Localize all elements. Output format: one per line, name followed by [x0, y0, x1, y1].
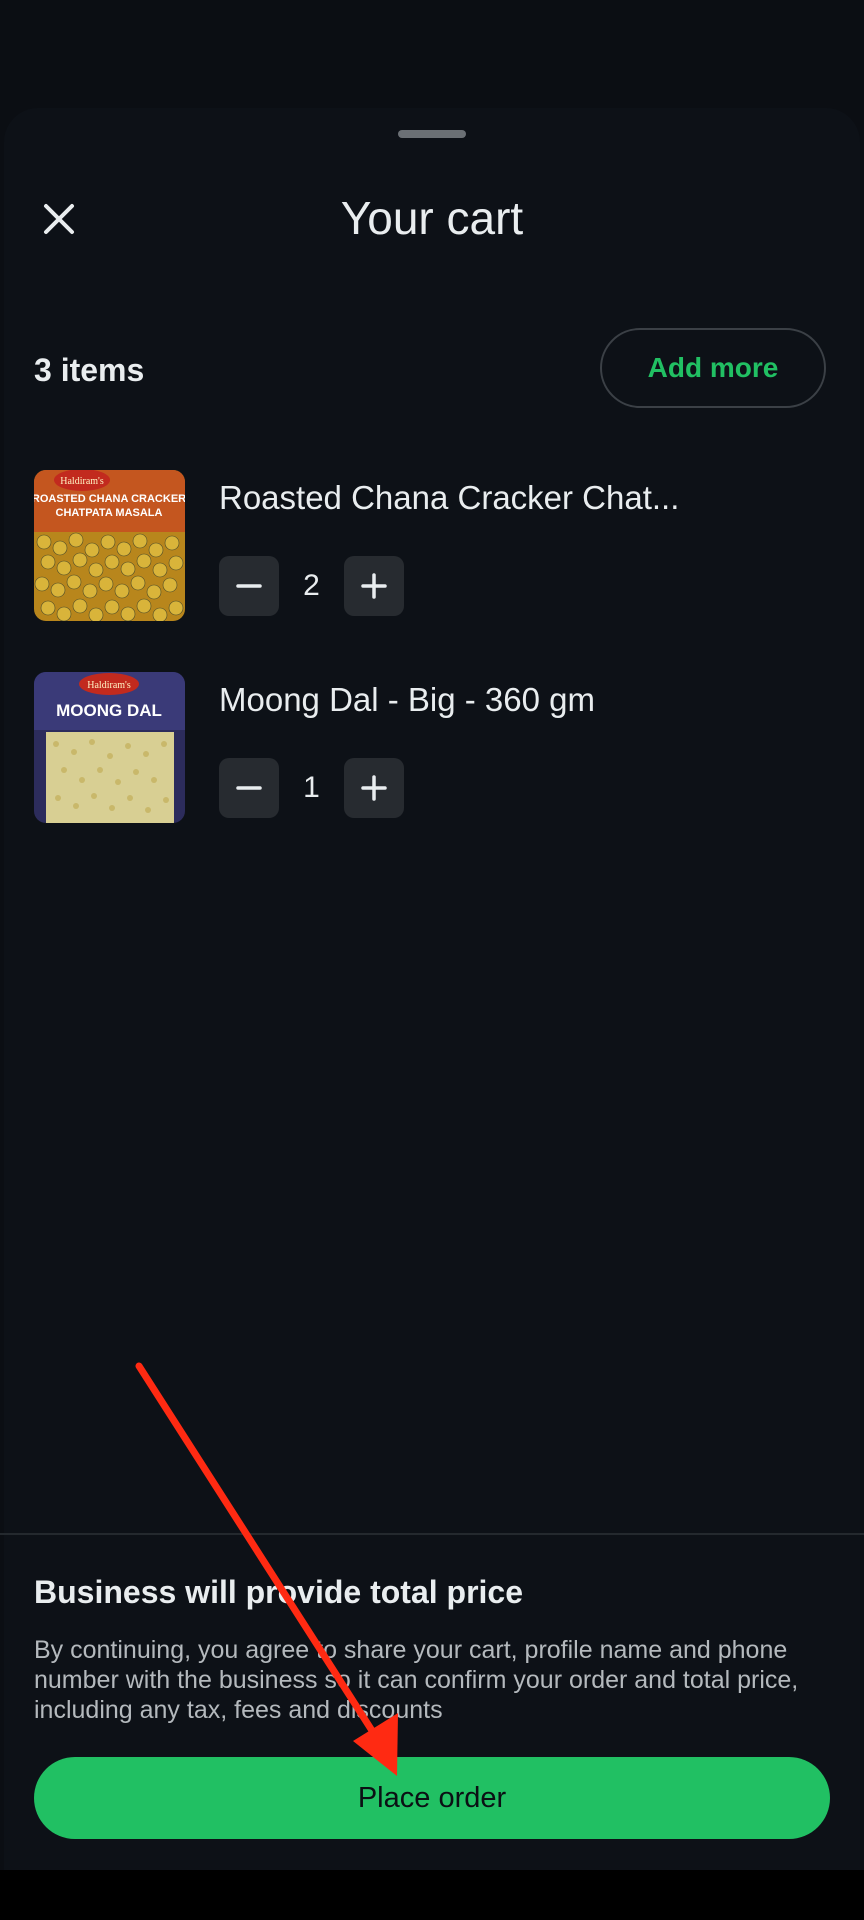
- product-image: Haldiram's MOONG DAL: [34, 672, 185, 823]
- plus-icon: [361, 775, 387, 801]
- cart-item: Haldiram's ROASTED CHANA CRACKER CHATPAT…: [34, 470, 834, 622]
- add-more-button[interactable]: Add more: [600, 328, 826, 408]
- brand-logo-text: Haldiram's: [87, 680, 131, 691]
- svg-text:ROASTED CHANA CRACKER: ROASTED CHANA CRACKER: [34, 493, 185, 505]
- place-order-button[interactable]: Place order: [34, 1757, 830, 1839]
- minus-icon: [236, 786, 262, 790]
- footer-divider: [0, 1533, 864, 1535]
- product-image: Haldiram's ROASTED CHANA CRACKER CHATPAT…: [34, 470, 185, 621]
- product-name: Moong Dal - Big - 360 gm: [219, 681, 596, 718]
- minus-icon: [236, 584, 262, 588]
- quantity-value: 1: [303, 771, 320, 804]
- cart-item: Haldiram's MOONG DAL Moong Dal - Big - 3…: [34, 672, 834, 824]
- increase-quantity-button[interactable]: [344, 556, 404, 616]
- decrease-quantity-button[interactable]: [219, 758, 279, 818]
- page-title: Your cart: [340, 192, 524, 244]
- plus-icon: [361, 573, 387, 599]
- svg-text:MOONG DAL: MOONG DAL: [56, 701, 162, 720]
- decrease-quantity-button[interactable]: [219, 556, 279, 616]
- svg-text:CHATPATA MASALA: CHATPATA MASALA: [56, 507, 163, 519]
- quantity-value: 2: [303, 569, 320, 602]
- system-navigation-bar: [0, 1870, 864, 1920]
- product-name: Roasted Chana Cracker Chat...: [219, 479, 680, 516]
- sheet-drag-handle[interactable]: [398, 130, 466, 138]
- footer-disclaimer: By continuing, you agree to share your c…: [34, 1636, 799, 1724]
- items-count: 3 items: [34, 352, 145, 388]
- brand-logo-text: Haldiram's: [60, 476, 104, 487]
- increase-quantity-button[interactable]: [344, 758, 404, 818]
- footer-title: Business will provide total price: [34, 1574, 524, 1610]
